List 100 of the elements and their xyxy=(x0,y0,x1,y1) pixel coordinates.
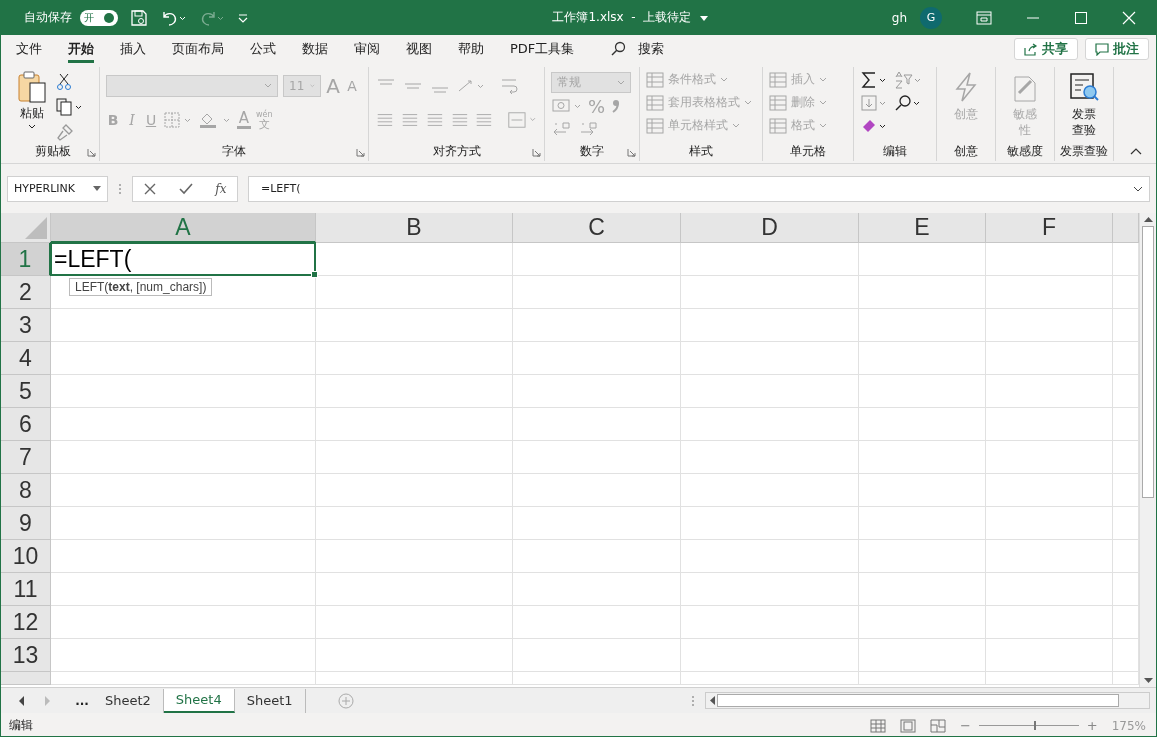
comments-button[interactable]: 批注 xyxy=(1085,38,1149,60)
more-sheets-button[interactable]: ... xyxy=(71,693,93,708)
grid-cell[interactable] xyxy=(513,276,681,309)
zoom-slider-thumb[interactable] xyxy=(1033,721,1036,730)
fill-color-icon[interactable] xyxy=(198,111,232,129)
column-header[interactable]: E xyxy=(859,213,986,243)
page-break-icon[interactable] xyxy=(929,718,946,733)
grid-cell[interactable] xyxy=(316,309,513,342)
row-header[interactable]: 12 xyxy=(1,606,51,639)
column-header[interactable]: A xyxy=(51,213,316,243)
sheet-tab[interactable]: Sheet1 xyxy=(234,688,306,713)
grid-cell[interactable] xyxy=(986,408,1113,441)
search-label[interactable]: 搜索 xyxy=(638,40,665,58)
grid-cell[interactable] xyxy=(513,408,681,441)
scissors-icon[interactable] xyxy=(56,73,72,91)
ribbon-display-icon[interactable] xyxy=(976,10,992,25)
close-icon[interactable] xyxy=(1122,10,1136,25)
row-header[interactable]: 10 xyxy=(1,540,51,573)
column-header[interactable]: F xyxy=(986,213,1113,243)
merge-cells-icon[interactable] xyxy=(507,110,538,130)
next-sheet-icon[interactable] xyxy=(43,695,51,706)
grid-cell[interactable] xyxy=(681,408,859,441)
grid-cell[interactable] xyxy=(859,243,986,276)
grid-cell[interactable] xyxy=(681,672,859,685)
grid-cell[interactable] xyxy=(859,639,986,672)
paste-button[interactable]: 粘贴 xyxy=(12,71,52,141)
grid-cell[interactable] xyxy=(51,672,316,685)
grid-cell[interactable] xyxy=(316,408,513,441)
grid-cell[interactable] xyxy=(986,276,1113,309)
grid-cell[interactable] xyxy=(681,474,859,507)
grid-cell[interactable] xyxy=(986,441,1113,474)
scroll-down-icon[interactable] xyxy=(1143,678,1153,684)
ribbon-tab[interactable]: 页面布局 xyxy=(172,35,224,63)
scroll-left-icon[interactable] xyxy=(709,696,715,705)
horizontal-scrollbar[interactable] xyxy=(705,692,1150,709)
caret-icon[interactable] xyxy=(699,13,710,22)
grid-cell[interactable] xyxy=(986,474,1113,507)
scrollbar-thumb[interactable] xyxy=(717,694,1119,707)
expand-icon[interactable] xyxy=(1133,185,1143,192)
grid-cell[interactable] xyxy=(859,408,986,441)
grid-cell[interactable] xyxy=(316,573,513,606)
user-avatar[interactable]: G xyxy=(920,6,942,29)
grid-cell[interactable] xyxy=(513,309,681,342)
caret-icon[interactable] xyxy=(93,185,101,192)
grid-cell[interactable] xyxy=(859,375,986,408)
grid-cell[interactable] xyxy=(316,507,513,540)
grid-cell[interactable] xyxy=(859,606,986,639)
grid-cell[interactable] xyxy=(681,540,859,573)
grid-cell[interactable] xyxy=(681,441,859,474)
grid-cell[interactable] xyxy=(986,243,1113,276)
copy-icon[interactable] xyxy=(56,98,82,116)
grid-cell[interactable] xyxy=(513,243,681,276)
grid-cell[interactable] xyxy=(316,672,513,685)
grid-cell[interactable] xyxy=(51,441,316,474)
share-button[interactable]: 共享 xyxy=(1014,38,1078,60)
grid-cell[interactable] xyxy=(51,507,316,540)
ribbon-tab[interactable]: 视图 xyxy=(406,35,432,63)
grid-cell[interactable] xyxy=(986,639,1113,672)
grid-cell[interactable] xyxy=(986,540,1113,573)
add-sheet-icon[interactable] xyxy=(337,692,354,709)
ribbon-large-button[interactable]: 发票查验 xyxy=(1061,71,1107,141)
grid-cell[interactable] xyxy=(681,309,859,342)
maximize-icon[interactable] xyxy=(1074,10,1088,25)
grid-cell[interactable] xyxy=(681,276,859,309)
grid-cell[interactable] xyxy=(51,639,316,672)
grid-cell[interactable] xyxy=(316,540,513,573)
collapse-ribbon-icon[interactable] xyxy=(1130,147,1142,155)
grid-cell[interactable] xyxy=(986,309,1113,342)
grid-cell[interactable] xyxy=(513,342,681,375)
ribbon-tab[interactable]: 数据 xyxy=(302,35,328,63)
vertical-scrollbar[interactable] xyxy=(1139,213,1156,687)
row-header[interactable]: 9 xyxy=(1,507,51,540)
grid-cell[interactable] xyxy=(51,408,316,441)
ribbon-tab[interactable]: 开始 xyxy=(68,35,94,63)
ribbon-tab[interactable]: 插入 xyxy=(120,35,146,63)
grid-cell[interactable] xyxy=(859,441,986,474)
grid-cell[interactable] xyxy=(513,375,681,408)
grid-cell[interactable] xyxy=(986,606,1113,639)
grid-cell[interactable] xyxy=(513,606,681,639)
column-header[interactable]: D xyxy=(681,213,859,243)
active-cell[interactable]: =LEFT( xyxy=(50,242,316,276)
grid-cell[interactable] xyxy=(986,342,1113,375)
grid-cell[interactable] xyxy=(316,243,513,276)
grid-cell[interactable] xyxy=(513,441,681,474)
row-header[interactable]: 2 xyxy=(1,276,51,309)
row-header[interactable]: 4 xyxy=(1,342,51,375)
row-header[interactable]: 8 xyxy=(1,474,51,507)
row-header[interactable]: 5 xyxy=(1,375,51,408)
grid-cell[interactable] xyxy=(316,474,513,507)
grid-cell[interactable] xyxy=(986,672,1113,685)
grid-cell[interactable] xyxy=(316,375,513,408)
row-header[interactable]: 11 xyxy=(1,573,51,606)
grid-cell[interactable] xyxy=(986,507,1113,540)
row-header[interactable]: 6 xyxy=(1,408,51,441)
row-header[interactable]: 13 xyxy=(1,639,51,672)
grid-cell[interactable] xyxy=(681,243,859,276)
ribbon-tab[interactable]: PDF工具集 xyxy=(510,35,575,63)
sheet-tab[interactable]: Sheet2 xyxy=(93,688,164,713)
fill-handle[interactable] xyxy=(311,271,318,278)
drag-handle-icon[interactable] xyxy=(118,181,122,196)
